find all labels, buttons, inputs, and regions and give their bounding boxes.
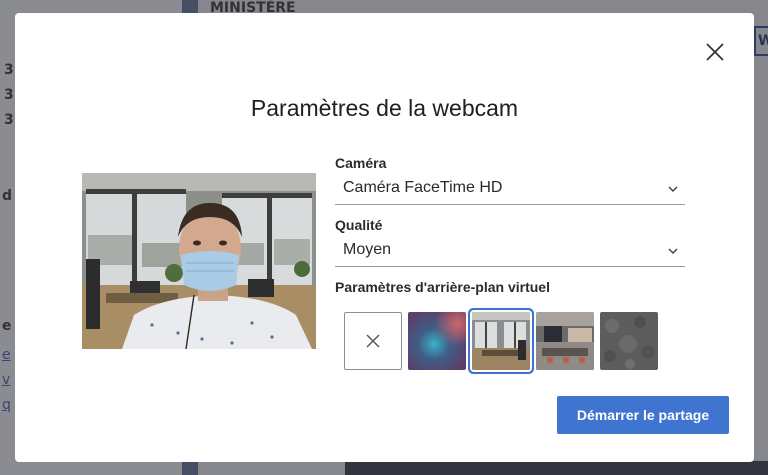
quality-select-value: Moyen	[343, 241, 392, 258]
start-sharing-button[interactable]: Démarrer le partage	[557, 396, 729, 434]
virtual-background-label: Paramètres d'arrière-plan virtuel	[335, 279, 550, 295]
close-button[interactable]	[702, 39, 728, 65]
background-option-meeting-room[interactable]	[536, 312, 594, 370]
chevron-down-icon	[668, 248, 678, 255]
camera-select[interactable]: Caméra FaceTime HD	[335, 175, 685, 205]
modal-title: Paramètres de la webcam	[250, 95, 519, 121]
no-background-icon	[366, 334, 380, 348]
chevron-down-icon	[668, 186, 678, 193]
background-option-none[interactable]	[344, 312, 402, 370]
background-option-stone[interactable]	[600, 312, 658, 370]
camera-label: Caméra	[335, 155, 387, 171]
webcam-settings-modal: Paramètres de la webcam Caméra Caméra Fa…	[15, 13, 754, 462]
quality-label: Qualité	[335, 217, 383, 233]
webcam-preview	[82, 173, 316, 349]
camera-select-value: Caméra FaceTime HD	[343, 179, 503, 196]
background-option-office[interactable]	[472, 312, 530, 370]
background-option-blur[interactable]	[408, 312, 466, 370]
quality-select[interactable]: Moyen	[335, 237, 685, 267]
close-icon	[706, 43, 724, 61]
